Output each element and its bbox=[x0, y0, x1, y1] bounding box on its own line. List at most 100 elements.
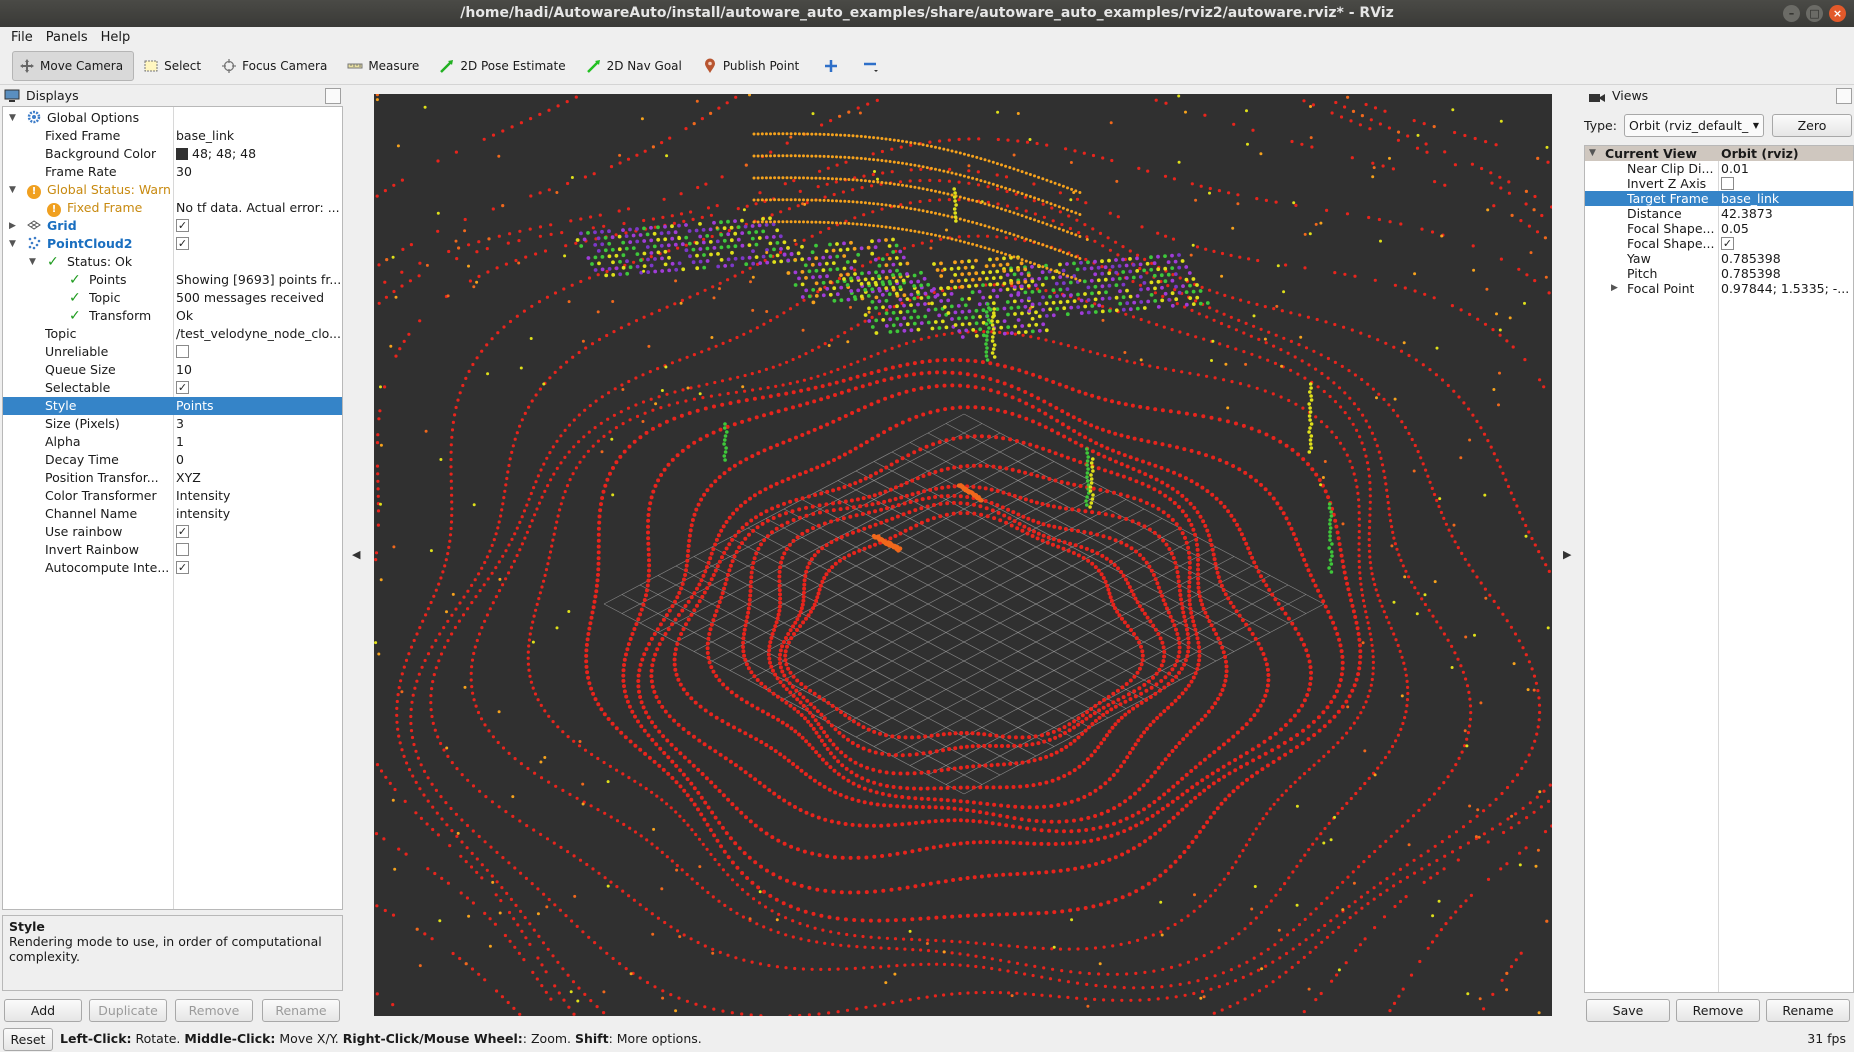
publish-point-tool[interactable]: Publish Point bbox=[695, 51, 810, 81]
expand-arrow-icon[interactable] bbox=[9, 235, 19, 253]
tree-row-global-status[interactable]: ! Global Status: Warn bbox=[3, 181, 342, 199]
tree-row-size-pixels[interactable]: Size (Pixels) 3 bbox=[3, 415, 342, 433]
tree-row-background-color[interactable]: Background Color 48; 48; 48 bbox=[3, 145, 342, 163]
lidar-point bbox=[411, 693, 415, 697]
maximize-button[interactable]: □ bbox=[1806, 5, 1823, 22]
unreliable-checkbox[interactable] bbox=[176, 345, 189, 358]
pose-estimate-tool[interactable]: 2D Pose Estimate bbox=[432, 51, 576, 81]
color-transformer-value[interactable]: Intensity bbox=[176, 487, 342, 505]
expand-arrow-icon[interactable] bbox=[29, 253, 39, 271]
lidar-point bbox=[1330, 111, 1334, 115]
size-pixels-value[interactable]: 3 bbox=[176, 415, 342, 433]
displays-tree[interactable]: Global Options Fixed Frame base_link Bac… bbox=[2, 106, 343, 910]
frame-rate-value[interactable]: 30 bbox=[176, 163, 342, 181]
tree-row-unreliable[interactable]: Unreliable bbox=[3, 343, 342, 361]
lidar-point bbox=[653, 269, 658, 274]
tree-row-topic[interactable]: Topic /test_velodyne_node_clo... bbox=[3, 325, 342, 343]
remove-tool-button[interactable] bbox=[852, 51, 890, 81]
measure-tool[interactable]: Measure bbox=[340, 51, 430, 81]
tree-row-topic-status[interactable]: ✓ Topic 500 messages received bbox=[3, 289, 342, 307]
pointcloud2-checkbox[interactable]: ✓ bbox=[176, 235, 342, 253]
move-camera-tool[interactable]: Move Camera bbox=[12, 51, 135, 81]
tree-row-status-ok[interactable]: ✓ Status: Ok bbox=[3, 253, 342, 271]
lidar-point bbox=[764, 905, 768, 909]
add-tool-button[interactable] bbox=[812, 51, 850, 81]
tree-row-autocompute[interactable]: Autocompute Inte... ✓ bbox=[3, 559, 342, 577]
topic-value[interactable]: /test_velodyne_node_clo... bbox=[176, 325, 342, 343]
expand-arrow-icon[interactable] bbox=[9, 217, 19, 235]
lidar-point bbox=[1384, 839, 1388, 844]
lidar-point bbox=[942, 383, 947, 388]
lidar-point bbox=[1399, 349, 1404, 353]
tree-row-pointcloud2[interactable]: PointCloud2 ✓ bbox=[3, 235, 342, 253]
tree-row-color-transformer[interactable]: Color Transformer Intensity bbox=[3, 487, 342, 505]
menu-help[interactable]: Help bbox=[96, 27, 139, 48]
expand-arrow-icon[interactable] bbox=[9, 109, 19, 127]
queue-size-value[interactable]: 10 bbox=[176, 361, 342, 379]
lidar-point bbox=[726, 391, 730, 396]
render-viewport[interactable] bbox=[374, 93, 1554, 1018]
tree-row-position-transformer[interactable]: Position Transfor... XYZ bbox=[3, 469, 342, 487]
lidar-point bbox=[527, 668, 531, 672]
lidar-point bbox=[1222, 774, 1227, 779]
tree-row-global-options[interactable]: Global Options bbox=[3, 109, 342, 127]
tree-row-channel-name[interactable]: Channel Name intensity bbox=[3, 505, 342, 523]
menu-panels[interactable]: Panels bbox=[41, 27, 96, 48]
close-button[interactable]: × bbox=[1829, 5, 1846, 22]
grid-checkbox[interactable]: ✓ bbox=[176, 217, 342, 235]
tree-row-transform[interactable]: ✓ Transform Ok bbox=[3, 307, 342, 325]
rename-display-button[interactable]: Rename bbox=[262, 999, 340, 1022]
collapse-right-arrow-icon[interactable]: ▶ bbox=[1563, 548, 1571, 561]
tree-row-grid[interactable]: Grid ✓ bbox=[3, 217, 342, 235]
lidar-point bbox=[497, 520, 501, 524]
tree-row-alpha[interactable]: Alpha 1 bbox=[3, 433, 342, 451]
tree-row-frame-rate[interactable]: Frame Rate 30 bbox=[3, 163, 342, 181]
lidar-point bbox=[504, 810, 508, 814]
lidar-point bbox=[1272, 307, 1276, 311]
lidar-point bbox=[1224, 674, 1229, 678]
focus-camera-tool[interactable]: Focus Camera bbox=[214, 51, 338, 81]
tree-row-use-rainbow[interactable]: Use rainbow ✓ bbox=[3, 523, 342, 541]
pointcloud2-check[interactable]: ✓ bbox=[176, 237, 189, 250]
menu-file[interactable]: File bbox=[6, 27, 41, 48]
lidar-point bbox=[1093, 788, 1098, 793]
channel-name-value[interactable]: intensity bbox=[176, 505, 342, 523]
select-tool[interactable]: Select bbox=[136, 51, 212, 81]
lidar-point bbox=[709, 780, 714, 785]
duplicate-display-button[interactable]: Duplicate bbox=[89, 999, 167, 1022]
lidar-point bbox=[1357, 536, 1361, 540]
autocompute-checkbox[interactable]: ✓ bbox=[176, 561, 189, 574]
invert-rainbow-checkbox[interactable] bbox=[176, 543, 189, 556]
use-rainbow-checkbox[interactable]: ✓ bbox=[176, 525, 189, 538]
tree-row-fixed-frame-warn[interactable]: ! Fixed Frame No tf data. Actual error: … bbox=[3, 199, 342, 217]
decay-time-value[interactable]: 0 bbox=[176, 451, 342, 469]
tree-row-points[interactable]: ✓ Points Showing [9693] points fr... bbox=[3, 271, 342, 289]
lidar-point bbox=[1023, 390, 1028, 394]
nav-goal-tool[interactable]: 2D Nav Goal bbox=[579, 51, 693, 81]
tree-row-invert-rainbow[interactable]: Invert Rainbow bbox=[3, 541, 342, 559]
expand-arrow-icon[interactable] bbox=[9, 181, 19, 199]
grid-check[interactable]: ✓ bbox=[176, 219, 189, 232]
position-transformer-value[interactable]: XYZ bbox=[176, 469, 342, 487]
lidar-point bbox=[763, 487, 768, 492]
lidar-point bbox=[1350, 603, 1355, 608]
fixed-frame-value[interactable]: base_link bbox=[176, 127, 342, 145]
collapse-left-arrow-icon[interactable]: ◀ bbox=[352, 548, 360, 561]
tree-row-queue-size[interactable]: Queue Size 10 bbox=[3, 361, 342, 379]
style-value[interactable]: Points bbox=[176, 397, 342, 415]
lidar-point bbox=[530, 882, 534, 886]
tree-row-fixed-frame[interactable]: Fixed Frame base_link bbox=[3, 127, 342, 145]
lidar-point bbox=[920, 360, 925, 364]
displays-panel-close-button[interactable] bbox=[325, 88, 341, 104]
remove-display-button[interactable]: Remove bbox=[175, 999, 253, 1022]
lidar-point bbox=[937, 440, 942, 445]
minimize-button[interactable]: – bbox=[1783, 5, 1800, 22]
selectable-checkbox[interactable]: ✓ bbox=[176, 381, 189, 394]
add-display-button[interactable]: Add bbox=[4, 999, 82, 1022]
alpha-value[interactable]: 1 bbox=[176, 433, 342, 451]
tree-row-selectable[interactable]: Selectable ✓ bbox=[3, 379, 342, 397]
tree-row-style[interactable]: Style Points bbox=[3, 397, 342, 415]
lidar-point bbox=[1126, 692, 1131, 697]
tree-row-decay-time[interactable]: Decay Time 0 bbox=[3, 451, 342, 469]
background-color-value[interactable]: 48; 48; 48 bbox=[176, 145, 342, 163]
